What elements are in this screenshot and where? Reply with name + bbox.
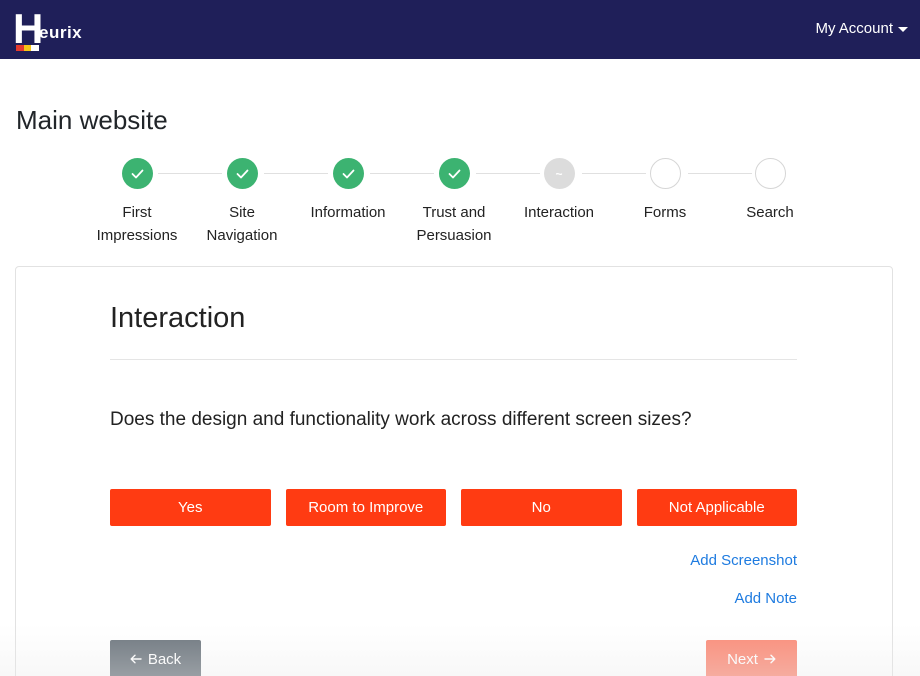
question-text: Does the design and functionality work a… <box>110 409 692 430</box>
answer-options: Yes Room to Improve No Not Applicable <box>110 489 797 526</box>
page-title: Main website <box>16 105 168 135</box>
step-pending-circle <box>649 158 681 189</box>
caret-down-icon <box>898 27 908 32</box>
next-label: Next <box>727 650 758 668</box>
answer-yes-button[interactable]: Yes <box>110 489 271 526</box>
back-button[interactable]: Back <box>110 640 201 676</box>
step-current-circle: ~ <box>543 158 575 189</box>
step-label: Search <box>746 204 794 221</box>
step-label: Trust and Persuasion <box>416 204 492 244</box>
check-icon <box>131 169 143 178</box>
step-first-impressions[interactable]: First Impressions <box>82 158 192 247</box>
step-site-navigation[interactable]: Site Navigation <box>187 158 297 247</box>
next-button[interactable]: Next <box>706 640 797 676</box>
answer-no-button[interactable]: No <box>461 489 622 526</box>
answer-room-to-improve-button[interactable]: Room to Improve <box>285 489 446 526</box>
logo-color-bar <box>16 45 40 51</box>
check-icon <box>342 169 354 178</box>
add-note-link[interactable]: Add Note <box>734 589 797 609</box>
step-trust-and-persuasion[interactable]: Trust and Persuasion <box>399 158 509 247</box>
progress-stepper: First Impressions Site Navigation Inform… <box>0 158 920 248</box>
heurix-logo[interactable]: H eurix <box>13 6 93 52</box>
step-label: Site Navigation <box>206 204 278 244</box>
arrow-right-icon <box>764 654 776 664</box>
section-title: Interaction <box>110 302 246 334</box>
section-divider <box>110 359 797 360</box>
step-complete-circle <box>332 158 364 189</box>
step-label: First Impressions <box>96 204 178 244</box>
step-complete-circle <box>121 158 153 189</box>
step-pending-circle <box>754 158 786 189</box>
step-complete-circle <box>226 158 258 189</box>
my-account-label: My Account <box>815 20 893 37</box>
step-interaction[interactable]: ~ Interaction <box>504 158 614 224</box>
top-navbar: H eurix My Account <box>0 0 920 59</box>
step-label: Interaction <box>523 204 595 221</box>
answer-not-applicable-button[interactable]: Not Applicable <box>636 489 797 526</box>
step-forms[interactable]: Forms <box>610 158 720 224</box>
tilde-icon: ~ <box>555 166 563 181</box>
step-label: Information <box>310 204 386 221</box>
step-label: Forms <box>643 204 687 221</box>
check-icon <box>236 169 248 178</box>
logo-text: eurix <box>39 23 83 42</box>
step-information[interactable]: Information <box>293 158 403 224</box>
step-search[interactable]: Search <box>715 158 825 224</box>
arrow-left-icon <box>130 654 142 664</box>
step-complete-circle <box>438 158 470 189</box>
check-icon <box>448 169 460 178</box>
back-label: Back <box>147 650 182 668</box>
my-account-dropdown[interactable]: My Account <box>815 19 908 39</box>
add-screenshot-link[interactable]: Add Screenshot <box>690 551 797 571</box>
